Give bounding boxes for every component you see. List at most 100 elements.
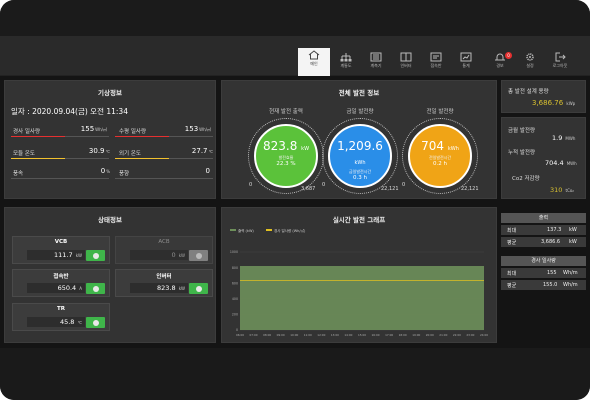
nav-diagram[interactable]: 계통도	[333, 50, 359, 76]
gauge-max: 3,687	[301, 186, 316, 192]
nav-label: 로그아웃	[552, 63, 568, 68]
weather-bar	[115, 178, 213, 179]
nav-label: 계통도	[340, 63, 352, 68]
capacity-panel: 총 발전 설계 용량 3,686.76 kWp	[501, 80, 586, 113]
gauge-max: 22,121	[381, 186, 399, 192]
irradiance-stats-row: 평균 155.0 Wh/m	[501, 280, 586, 290]
card-value: 45.8 ℃	[27, 317, 85, 327]
app-window: 메인 계통도 계측기 인버터 접속반 통계 경보 0 설정 로그아웃 기상정보 …	[0, 0, 590, 400]
summary-label: 금월 발전량	[508, 128, 536, 134]
nav-stats[interactable]: 통계	[453, 50, 479, 76]
weather-row-value: 27.7℃	[191, 147, 213, 155]
nav-settings[interactable]: 설정	[517, 50, 543, 76]
energy-summary-panel: 금월 발전량 1.9 MWh 누적 발전량 704.4 MWh Co2 저감량 …	[501, 117, 586, 199]
x-tick-label: 18:00	[399, 333, 407, 337]
x-tick-label: 22:00	[453, 333, 461, 337]
weather-panel: 기상정보 일자 : 2020.09.04(금) 오전 11:34 경사 일사량 …	[4, 80, 216, 199]
gauge-title: 전일 발전량	[426, 109, 454, 115]
gear-icon	[526, 53, 534, 61]
status-card-acb: ACB 0 kW	[115, 236, 213, 264]
weather-title: 기상정보	[98, 89, 122, 97]
status-card-inverter: 인버터 823.8 kW	[115, 269, 213, 297]
gauge-title: 금일 발전량	[346, 109, 374, 115]
power-toggle[interactable]	[86, 317, 105, 328]
x-tick-label: 13:00	[331, 333, 339, 337]
power-icon	[92, 319, 99, 326]
weather-row-label: 경사 일사량	[13, 129, 41, 135]
nav-logout[interactable]: 로그아웃	[547, 50, 573, 76]
x-tick-label: 06:00	[236, 333, 244, 337]
inverter-icon	[400, 52, 412, 62]
x-tick-label: 09:00	[277, 333, 285, 337]
nav-main[interactable]: 메인	[298, 48, 330, 78]
summary-value: 310 tCo₂	[550, 186, 574, 194]
legend-label: 출력 (kW)	[238, 228, 254, 233]
dashboard-main: 기상정보 일자 : 2020.09.04(금) 오전 11:34 경사 일사량 …	[0, 76, 590, 348]
power-toggle[interactable]	[189, 250, 208, 261]
irradiance-stats-title: 경사 일사량	[501, 256, 586, 266]
power-icon	[92, 252, 99, 259]
gauge-value: 704 kWh	[421, 139, 459, 153]
nav-alarm[interactable]: 경보 0	[487, 50, 513, 76]
chart-icon	[460, 52, 472, 62]
nav-label: 경보	[496, 63, 504, 68]
nav-label: 설정	[526, 63, 534, 68]
output-stats-row: 최대 137.3 kW	[501, 225, 586, 235]
legend-swatch	[230, 229, 236, 231]
nav-junction[interactable]: 접속반	[423, 50, 449, 76]
gauge-value: 1,209.6 kWh	[337, 139, 383, 166]
status-panel: 상태정보 VCB 111.7 kW ACB 0 kW 접속반 650.4 A 인…	[4, 207, 216, 343]
card-value: 650.4 A	[27, 283, 85, 293]
power-toggle[interactable]	[86, 250, 105, 261]
legend-swatch	[266, 229, 272, 231]
y-tick-label: 800	[232, 266, 238, 270]
gauge-sub-value: 22.3 %	[276, 161, 296, 167]
status-title: 상태정보	[98, 216, 122, 224]
weather-bar-fill	[11, 158, 65, 159]
weather-row-value: 153Wh/㎡	[184, 125, 211, 133]
card-label: 인버터	[156, 274, 172, 280]
gauge-min: 0	[249, 182, 253, 188]
home-icon	[308, 50, 320, 60]
weather-bar-fill	[115, 136, 169, 137]
output-stats-title: 출력	[501, 213, 586, 223]
weather-bar	[115, 136, 213, 137]
power-toggle[interactable]	[86, 283, 105, 294]
gauge-sub-value: 0.3 h	[353, 175, 367, 181]
x-tick-label: 21:00	[439, 333, 447, 337]
weather-date: 일자 : 2020.09.04(금) 오전 11:34	[11, 107, 128, 116]
card-label: 접속반	[53, 274, 69, 280]
nav-meter[interactable]: 계측기	[363, 50, 389, 76]
weather-bar	[11, 136, 109, 137]
gauge-yesterday-generation: 704 kWh 전일발전시간 0.2 h	[408, 124, 472, 188]
legend-label: 경사 일사량 (Wh/㎡)	[274, 228, 306, 233]
gauge-max: 22,121	[461, 186, 479, 192]
logout-icon	[555, 52, 566, 62]
card-value: 111.7 kW	[27, 250, 85, 260]
nav-label: 인버터	[400, 63, 412, 68]
x-tick-label: 08:00	[263, 333, 271, 337]
nav-label: 계측기	[370, 63, 382, 68]
card-label: ACB	[158, 239, 170, 245]
power-toggle[interactable]	[189, 283, 208, 294]
card-value: 0 kW	[130, 250, 188, 260]
y-tick-label: 600	[232, 281, 238, 285]
y-tick-label: 1000	[230, 250, 238, 254]
x-tick-label: 14:00	[344, 333, 352, 337]
weather-bar	[11, 178, 109, 179]
realtime-chart: 출력 (kW) 경사 일사량 (Wh/㎡) 1000 800 600 400 200 006:…	[230, 228, 488, 337]
gauge-current-output: 823.8 kW 발전효율 22.3 %	[254, 124, 318, 188]
x-tick-label: 17:00	[385, 333, 393, 337]
realtime-graph-panel: 실시간 발전 그래프 출력 (kW) 경사 일사량 (Wh/㎡) 1000 800 60…	[221, 207, 497, 343]
status-card-junction: 접속반 650.4 A	[12, 269, 110, 297]
output-stats-row: 평균 3,686.6 kW	[501, 237, 586, 247]
x-tick-label: 16:00	[372, 333, 380, 337]
output-area	[240, 266, 484, 330]
nav-label: 접속반	[430, 63, 442, 68]
nav-inverter[interactable]: 인버터	[393, 50, 419, 76]
status-card-tr: TR 45.8 ℃	[12, 303, 110, 331]
x-tick-label: 19:00	[412, 333, 420, 337]
card-label: VCB	[54, 239, 68, 245]
summary-label: 누적 발전량	[508, 150, 536, 156]
main-nav: 메인 계통도 계측기 인버터 접속반 통계 경보 0 설정 로그아웃	[0, 36, 590, 78]
